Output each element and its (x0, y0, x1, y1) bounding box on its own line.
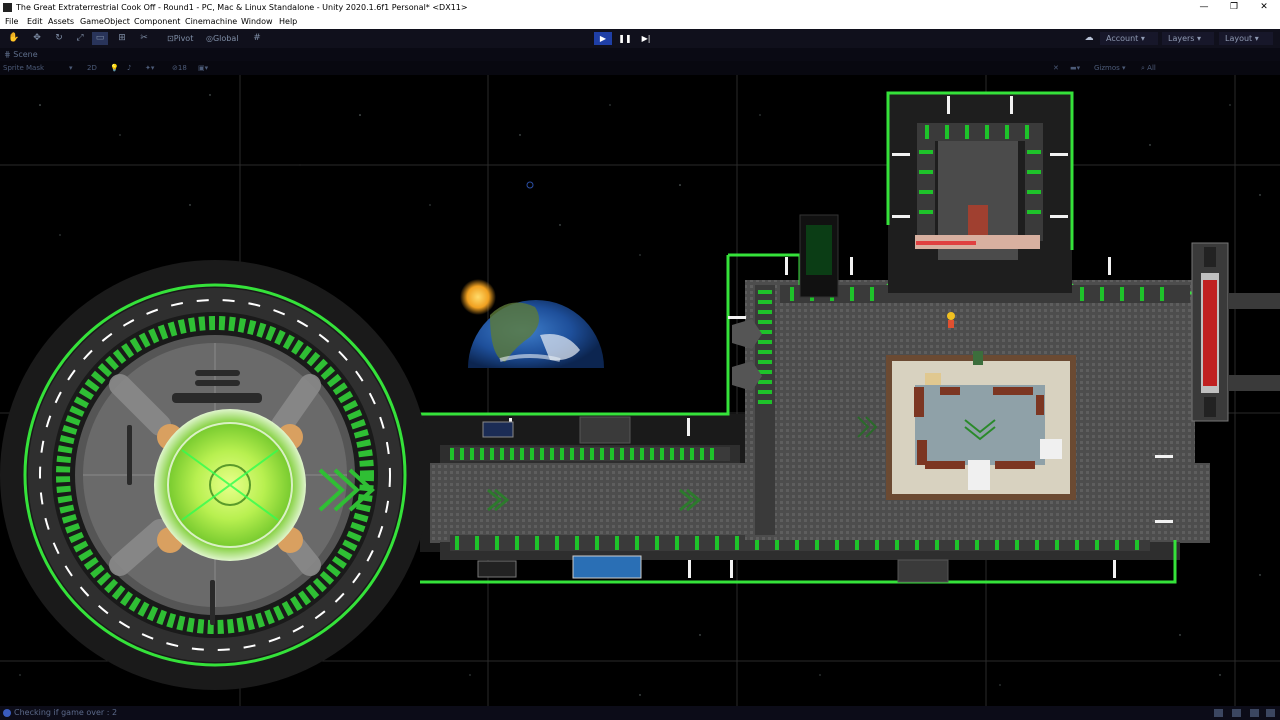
scene-viewport[interactable] (0, 75, 1280, 706)
tab-scene-label: Scene (13, 50, 38, 59)
pivot-label: Pivot (173, 34, 194, 43)
menu-help[interactable]: Help (279, 15, 297, 29)
menu-assets[interactable]: Assets (48, 15, 74, 29)
gizmos-label: Gizmos (1094, 64, 1120, 72)
rotate-tool-icon[interactable]: ↻ (51, 32, 67, 45)
search-input[interactable]: ⌕ All (1141, 62, 1156, 74)
close-button[interactable]: ✕ (1249, 0, 1279, 15)
player-character[interactable] (947, 312, 955, 328)
layers-dropdown[interactable]: Layers ▾ (1162, 32, 1214, 45)
server-screen (806, 225, 832, 275)
menu-gameobject[interactable]: GameObject (80, 15, 130, 29)
bug-report-icon[interactable] (1250, 709, 1259, 717)
menu-component[interactable]: Component (134, 15, 180, 29)
menu-cinemachine[interactable]: Cinemachine (185, 15, 237, 29)
search-placeholder: All (1147, 64, 1156, 72)
rect-tool-icon[interactable]: ▭ (92, 32, 108, 45)
tools-icon[interactable]: ✕ (1053, 62, 1059, 74)
camera-icon[interactable]: ▣▾ (198, 62, 208, 74)
menu-file[interactable]: File (5, 15, 18, 29)
alien-chef[interactable] (973, 351, 983, 365)
global-toggle[interactable]: ◎Global (206, 32, 239, 45)
top-room (886, 91, 1074, 293)
wall-monitor (482, 421, 514, 438)
hidden-objects-toggle[interactable]: ⊘18 (172, 62, 187, 74)
effects-icon[interactable]: ✦▾ (145, 62, 154, 74)
console-status-message[interactable]: Checking if game over : 2 (14, 706, 117, 720)
play-button[interactable]: ▶ (594, 32, 612, 45)
2d-toggle[interactable]: 2D (87, 62, 97, 74)
layout-label: Layout (1225, 34, 1253, 43)
collab-icon[interactable] (1266, 709, 1275, 717)
minimize-button[interactable]: — (1189, 0, 1219, 15)
layers-label: Layers (1168, 34, 1195, 43)
unity-app-icon (3, 3, 12, 12)
menu-edit[interactable]: Edit (27, 15, 43, 29)
scene-toolbar: Sprite Mask ▾ 2D 💡 ♪ ✦▾ ⊘18 ▣▾ ✕ ▬▾ Gizm… (0, 61, 1280, 75)
pivot-toggle[interactable]: ⊡Pivot (167, 32, 193, 45)
debug-icon[interactable] (1232, 709, 1241, 717)
vent-panel (477, 560, 517, 578)
window-title: The Great Extraterrestrial Cook Off - Ro… (16, 3, 468, 12)
cutting-board (925, 373, 941, 385)
account-label: Account (1106, 34, 1139, 43)
storage-cabinet (579, 416, 631, 444)
gizmos-dropdown[interactable]: Gizmos ▾ (1094, 62, 1126, 74)
layout-dropdown[interactable]: Layout ▾ (1219, 32, 1273, 45)
step-button[interactable]: ▶| (637, 32, 655, 45)
poster-panel (572, 555, 642, 579)
info-icon (3, 709, 11, 717)
pause-button[interactable]: ❚❚ (616, 32, 634, 45)
progress-icon[interactable] (1214, 709, 1223, 717)
menu-window[interactable]: Window (241, 15, 273, 29)
title-bar: The Great Extraterrestrial Cook Off - Ro… (0, 0, 1280, 15)
maximize-button[interactable]: ❐ (1219, 0, 1249, 15)
fridge (968, 460, 990, 490)
sun (460, 279, 496, 315)
scale-tool-icon[interactable]: ⤢ (72, 32, 88, 45)
main-toolbar: ✋ ✥ ↻ ⤢ ▭ ⊞ ✂ ⊡Pivot ◎Global # ▶ ❚❚ ▶| ☁… (0, 29, 1280, 48)
layer-count: 18 (177, 64, 187, 72)
draw-mode-label: Sprite Mask (3, 64, 45, 72)
custom-tool-icon[interactable]: ✂ (136, 32, 152, 45)
status-bar: Checking if game over : 2 (0, 706, 1280, 720)
draw-mode-dropdown[interactable]: Sprite Mask ▾ (3, 62, 79, 74)
audio-icon[interactable]: ♪ (127, 62, 131, 74)
account-dropdown[interactable]: Account ▾ (1100, 32, 1158, 45)
hand-tool-icon[interactable]: ✋ (6, 32, 22, 45)
tab-scene[interactable]: ⋕ Scene (4, 48, 38, 61)
order-machine (968, 205, 988, 235)
camera-settings-icon[interactable]: ▬▾ (1070, 62, 1080, 74)
lighting-icon[interactable]: 💡 (110, 62, 119, 74)
cloud-icon[interactable]: ☁ (1081, 32, 1097, 45)
menu-bar: File Edit Assets GameObject Component Ci… (0, 15, 1280, 29)
move-tool-icon[interactable]: ✥ (29, 32, 45, 45)
reactor-ring-station (0, 260, 430, 690)
stove (1040, 439, 1062, 459)
scene-tab-bar: ⋕ Scene (0, 48, 1280, 61)
grid-snap-icon[interactable]: # (249, 32, 265, 45)
storage-cabinet-2 (897, 559, 949, 583)
global-label: Global (212, 34, 239, 43)
transform-tool-icon[interactable]: ⊞ (114, 32, 130, 45)
